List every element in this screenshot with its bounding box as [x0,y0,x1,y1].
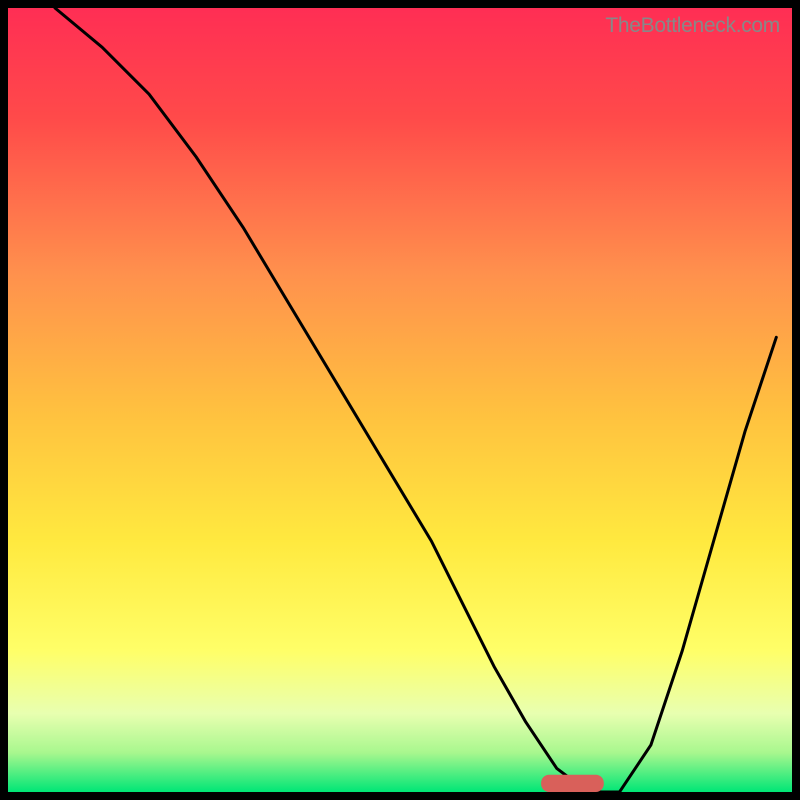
chart-container: TheBottleneck.com [0,0,800,800]
watermark-text: TheBottleneck.com [605,14,780,38]
chart-svg [8,8,792,792]
bottleneck-marker [541,775,604,792]
